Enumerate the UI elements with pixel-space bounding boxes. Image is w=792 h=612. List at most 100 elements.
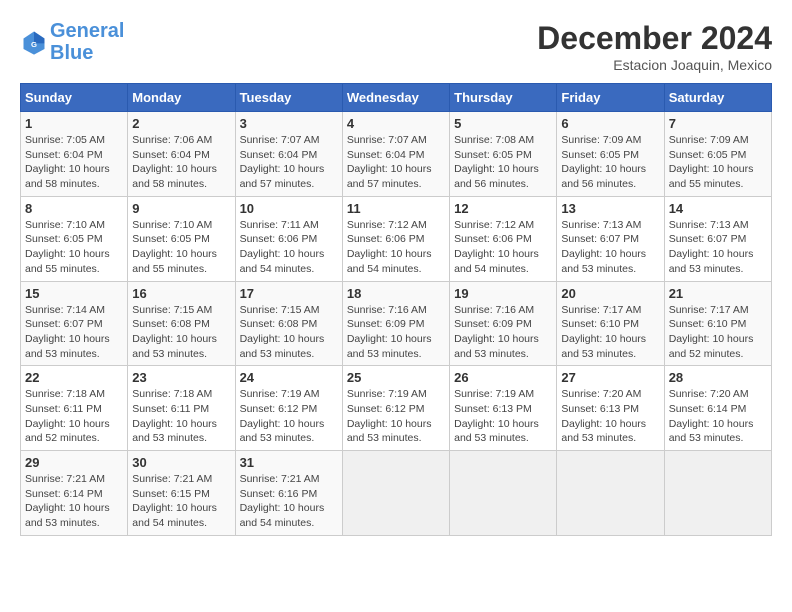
day-info: Sunrise: 7:19 AM Sunset: 6:12 PM Dayligh… xyxy=(240,387,338,446)
day-number: 29 xyxy=(25,455,123,470)
logo-text: General Blue xyxy=(50,20,124,64)
calendar-week-row: 1 Sunrise: 7:05 AM Sunset: 6:04 PM Dayli… xyxy=(21,112,772,197)
day-info: Sunrise: 7:10 AM Sunset: 6:05 PM Dayligh… xyxy=(25,218,123,277)
day-number: 18 xyxy=(347,286,445,301)
day-info: Sunrise: 7:21 AM Sunset: 6:16 PM Dayligh… xyxy=(240,472,338,531)
page-header: G General Blue December 2024 Estacion Jo… xyxy=(20,20,772,73)
calendar-cell: 5 Sunrise: 7:08 AM Sunset: 6:05 PM Dayli… xyxy=(450,112,557,197)
calendar-cell: 20 Sunrise: 7:17 AM Sunset: 6:10 PM Dayl… xyxy=(557,281,664,366)
col-tuesday: Tuesday xyxy=(235,84,342,112)
calendar-cell: 3 Sunrise: 7:07 AM Sunset: 6:04 PM Dayli… xyxy=(235,112,342,197)
calendar-header-row: Sunday Monday Tuesday Wednesday Thursday… xyxy=(21,84,772,112)
day-number: 14 xyxy=(669,201,767,216)
day-number: 28 xyxy=(669,370,767,385)
day-number: 25 xyxy=(347,370,445,385)
day-number: 6 xyxy=(561,116,659,131)
col-thursday: Thursday xyxy=(450,84,557,112)
day-info: Sunrise: 7:13 AM Sunset: 6:07 PM Dayligh… xyxy=(561,218,659,277)
day-number: 8 xyxy=(25,201,123,216)
day-number: 7 xyxy=(669,116,767,131)
day-info: Sunrise: 7:15 AM Sunset: 6:08 PM Dayligh… xyxy=(132,303,230,362)
calendar-cell xyxy=(664,451,771,536)
col-monday: Monday xyxy=(128,84,235,112)
day-number: 19 xyxy=(454,286,552,301)
day-info: Sunrise: 7:21 AM Sunset: 6:14 PM Dayligh… xyxy=(25,472,123,531)
calendar-cell: 4 Sunrise: 7:07 AM Sunset: 6:04 PM Dayli… xyxy=(342,112,449,197)
day-info: Sunrise: 7:21 AM Sunset: 6:15 PM Dayligh… xyxy=(132,472,230,531)
day-number: 2 xyxy=(132,116,230,131)
month-title: December 2024 xyxy=(537,20,772,57)
col-sunday: Sunday xyxy=(21,84,128,112)
day-info: Sunrise: 7:18 AM Sunset: 6:11 PM Dayligh… xyxy=(132,387,230,446)
calendar-cell: 30 Sunrise: 7:21 AM Sunset: 6:15 PM Dayl… xyxy=(128,451,235,536)
title-block: December 2024 Estacion Joaquin, Mexico xyxy=(537,20,772,73)
day-info: Sunrise: 7:20 AM Sunset: 6:13 PM Dayligh… xyxy=(561,387,659,446)
calendar-cell: 16 Sunrise: 7:15 AM Sunset: 6:08 PM Dayl… xyxy=(128,281,235,366)
day-number: 21 xyxy=(669,286,767,301)
day-info: Sunrise: 7:19 AM Sunset: 6:12 PM Dayligh… xyxy=(347,387,445,446)
day-info: Sunrise: 7:20 AM Sunset: 6:14 PM Dayligh… xyxy=(669,387,767,446)
calendar-cell: 15 Sunrise: 7:14 AM Sunset: 6:07 PM Dayl… xyxy=(21,281,128,366)
day-number: 4 xyxy=(347,116,445,131)
calendar-table: Sunday Monday Tuesday Wednesday Thursday… xyxy=(20,83,772,536)
day-number: 31 xyxy=(240,455,338,470)
day-info: Sunrise: 7:16 AM Sunset: 6:09 PM Dayligh… xyxy=(454,303,552,362)
calendar-cell: 27 Sunrise: 7:20 AM Sunset: 6:13 PM Dayl… xyxy=(557,366,664,451)
calendar-cell: 11 Sunrise: 7:12 AM Sunset: 6:06 PM Dayl… xyxy=(342,196,449,281)
calendar-cell: 17 Sunrise: 7:15 AM Sunset: 6:08 PM Dayl… xyxy=(235,281,342,366)
calendar-cell: 31 Sunrise: 7:21 AM Sunset: 6:16 PM Dayl… xyxy=(235,451,342,536)
calendar-cell: 10 Sunrise: 7:11 AM Sunset: 6:06 PM Dayl… xyxy=(235,196,342,281)
day-info: Sunrise: 7:13 AM Sunset: 6:07 PM Dayligh… xyxy=(669,218,767,277)
calendar-cell: 14 Sunrise: 7:13 AM Sunset: 6:07 PM Dayl… xyxy=(664,196,771,281)
day-number: 12 xyxy=(454,201,552,216)
svg-text:G: G xyxy=(31,40,37,49)
day-info: Sunrise: 7:19 AM Sunset: 6:13 PM Dayligh… xyxy=(454,387,552,446)
calendar-cell: 25 Sunrise: 7:19 AM Sunset: 6:12 PM Dayl… xyxy=(342,366,449,451)
calendar-cell xyxy=(342,451,449,536)
calendar-cell: 18 Sunrise: 7:16 AM Sunset: 6:09 PM Dayl… xyxy=(342,281,449,366)
day-info: Sunrise: 7:15 AM Sunset: 6:08 PM Dayligh… xyxy=(240,303,338,362)
day-number: 17 xyxy=(240,286,338,301)
calendar-cell: 24 Sunrise: 7:19 AM Sunset: 6:12 PM Dayl… xyxy=(235,366,342,451)
location-subtitle: Estacion Joaquin, Mexico xyxy=(537,57,772,73)
day-number: 11 xyxy=(347,201,445,216)
day-number: 10 xyxy=(240,201,338,216)
day-number: 20 xyxy=(561,286,659,301)
day-info: Sunrise: 7:16 AM Sunset: 6:09 PM Dayligh… xyxy=(347,303,445,362)
day-number: 1 xyxy=(25,116,123,131)
calendar-cell xyxy=(557,451,664,536)
day-number: 16 xyxy=(132,286,230,301)
calendar-cell: 12 Sunrise: 7:12 AM Sunset: 6:06 PM Dayl… xyxy=(450,196,557,281)
day-number: 30 xyxy=(132,455,230,470)
calendar-week-row: 8 Sunrise: 7:10 AM Sunset: 6:05 PM Dayli… xyxy=(21,196,772,281)
day-number: 5 xyxy=(454,116,552,131)
col-friday: Friday xyxy=(557,84,664,112)
day-info: Sunrise: 7:12 AM Sunset: 6:06 PM Dayligh… xyxy=(454,218,552,277)
col-wednesday: Wednesday xyxy=(342,84,449,112)
calendar-cell: 29 Sunrise: 7:21 AM Sunset: 6:14 PM Dayl… xyxy=(21,451,128,536)
day-number: 15 xyxy=(25,286,123,301)
day-number: 24 xyxy=(240,370,338,385)
calendar-cell: 2 Sunrise: 7:06 AM Sunset: 6:04 PM Dayli… xyxy=(128,112,235,197)
day-info: Sunrise: 7:05 AM Sunset: 6:04 PM Dayligh… xyxy=(25,133,123,192)
day-info: Sunrise: 7:07 AM Sunset: 6:04 PM Dayligh… xyxy=(240,133,338,192)
calendar-cell: 7 Sunrise: 7:09 AM Sunset: 6:05 PM Dayli… xyxy=(664,112,771,197)
logo: G General Blue xyxy=(20,20,124,64)
calendar-cell: 9 Sunrise: 7:10 AM Sunset: 6:05 PM Dayli… xyxy=(128,196,235,281)
day-info: Sunrise: 7:11 AM Sunset: 6:06 PM Dayligh… xyxy=(240,218,338,277)
calendar-cell: 19 Sunrise: 7:16 AM Sunset: 6:09 PM Dayl… xyxy=(450,281,557,366)
day-info: Sunrise: 7:08 AM Sunset: 6:05 PM Dayligh… xyxy=(454,133,552,192)
day-number: 27 xyxy=(561,370,659,385)
day-number: 23 xyxy=(132,370,230,385)
calendar-cell: 23 Sunrise: 7:18 AM Sunset: 6:11 PM Dayl… xyxy=(128,366,235,451)
day-info: Sunrise: 7:12 AM Sunset: 6:06 PM Dayligh… xyxy=(347,218,445,277)
calendar-cell: 26 Sunrise: 7:19 AM Sunset: 6:13 PM Dayl… xyxy=(450,366,557,451)
col-saturday: Saturday xyxy=(664,84,771,112)
day-number: 22 xyxy=(25,370,123,385)
day-number: 26 xyxy=(454,370,552,385)
day-info: Sunrise: 7:09 AM Sunset: 6:05 PM Dayligh… xyxy=(561,133,659,192)
day-info: Sunrise: 7:10 AM Sunset: 6:05 PM Dayligh… xyxy=(132,218,230,277)
calendar-cell: 28 Sunrise: 7:20 AM Sunset: 6:14 PM Dayl… xyxy=(664,366,771,451)
calendar-cell: 22 Sunrise: 7:18 AM Sunset: 6:11 PM Dayl… xyxy=(21,366,128,451)
day-number: 13 xyxy=(561,201,659,216)
